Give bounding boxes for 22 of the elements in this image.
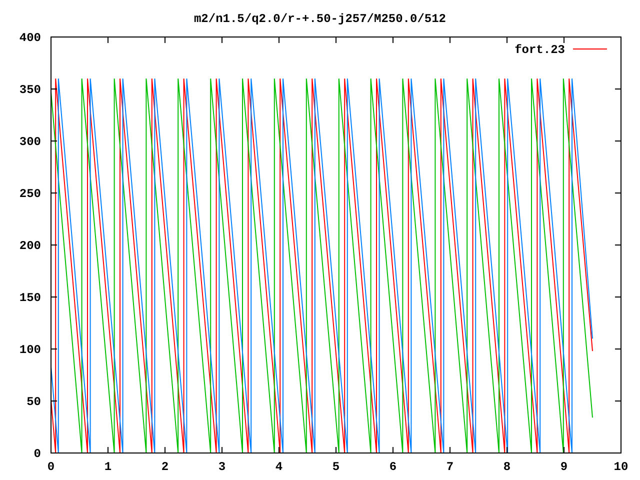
y-tick-label: 0	[34, 447, 41, 461]
y-tick-label: 150	[19, 291, 41, 305]
y-tick-label: 350	[19, 83, 41, 97]
x-tick-label: 3	[218, 460, 226, 474]
x-tick-label: 5	[332, 460, 340, 474]
x-tick-label: 1	[104, 460, 112, 474]
x-tick-label: 4	[275, 460, 283, 474]
y-tick-label: 100	[19, 343, 41, 357]
y-tick-label: 200	[19, 239, 41, 253]
y-tick-label: 400	[19, 31, 41, 45]
x-tick-label: 10	[614, 460, 628, 474]
y-tick-label: 50	[26, 395, 41, 409]
x-tick-label: 0	[47, 460, 55, 474]
x-tick-label: 9	[560, 460, 568, 474]
chart-title: m2/n1.5/q2.0/r-+.50-j257/M250.0/512	[194, 12, 446, 26]
x-tick-label: 6	[389, 460, 397, 474]
legend-label: fort.23	[514, 43, 565, 57]
x-tick-label: 2	[161, 460, 169, 474]
y-tick-label: 300	[19, 135, 41, 149]
x-tick-label: 8	[503, 460, 511, 474]
x-tick-label: 7	[446, 460, 454, 474]
y-tick-label: 250	[19, 187, 41, 201]
